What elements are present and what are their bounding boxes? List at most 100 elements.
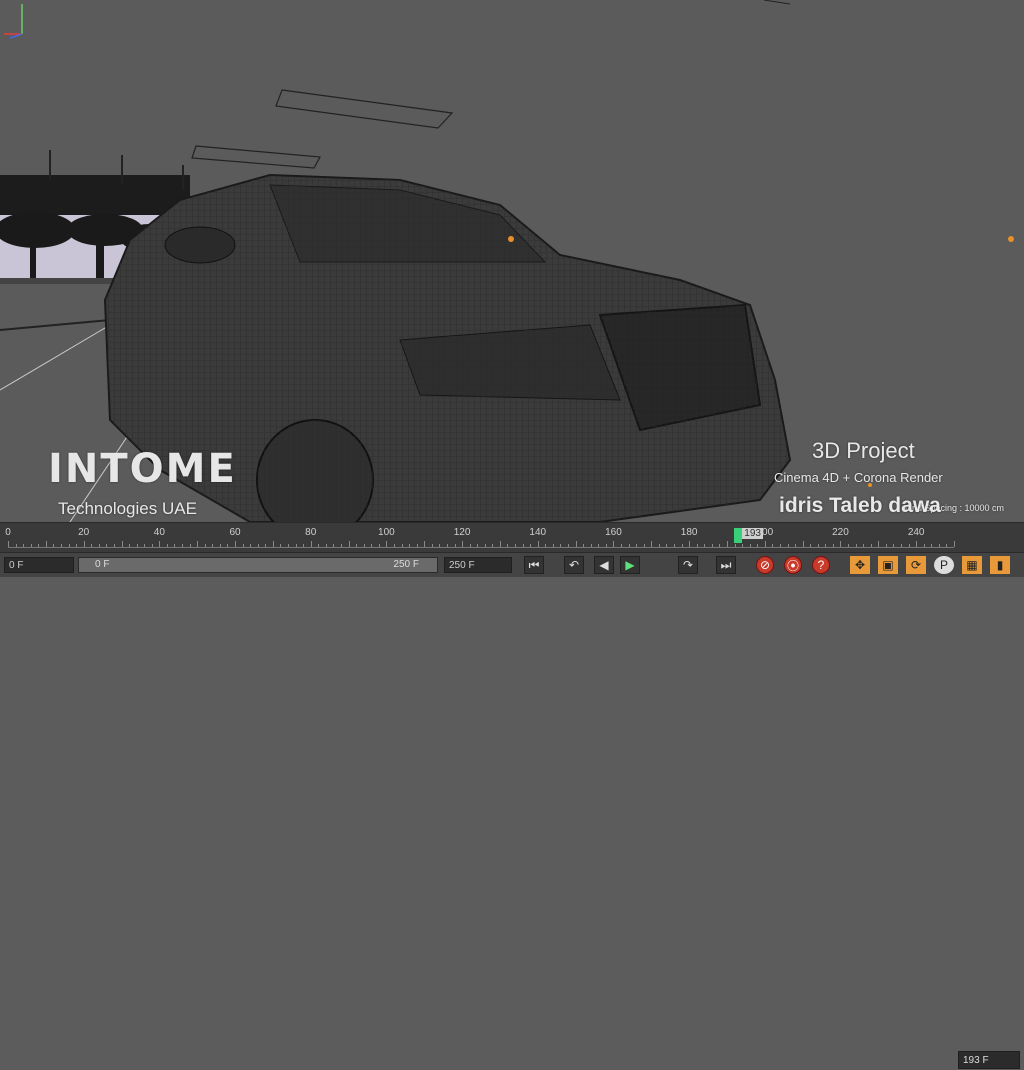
more-icon[interactable]: ▮: [990, 556, 1010, 574]
playhead-marker[interactable]: [734, 528, 743, 543]
point-level-icon[interactable]: ▦: [962, 556, 982, 574]
timeline-tick: [840, 541, 842, 547]
timeline-tick-label: 160: [605, 527, 622, 538]
timeline-tick-label: 240: [907, 527, 925, 538]
axis-gizmo-icon: [4, 4, 23, 39]
timeline-tick: [552, 544, 554, 547]
logo-subtitle: Technologies UAE: [58, 499, 197, 518]
end-frame-field[interactable]: 250 F: [444, 557, 512, 573]
timeline-tick: [250, 544, 252, 547]
timeline-tick: [439, 544, 441, 547]
timeline-tick: [113, 544, 115, 547]
timeline-tick: [795, 544, 797, 547]
timeline-tick: [83, 541, 85, 547]
timeline-tick: [197, 541, 199, 547]
timeline-tick: [401, 544, 403, 547]
timeline-tick: [855, 544, 857, 547]
timeline-tick-label: 100: [378, 527, 395, 538]
timeline-tick: [719, 544, 721, 547]
timeline-tick: [30, 544, 32, 547]
timeline-tick: [681, 544, 683, 547]
preview-range-slider[interactable]: 0 F 250 F: [78, 557, 438, 573]
timeline-tick-label: 0: [5, 527, 11, 538]
timeline-tick: [651, 541, 653, 547]
move-key-icon[interactable]: ✥: [850, 556, 870, 574]
timeline-tick: [522, 544, 524, 547]
timeline-tick: [673, 544, 675, 547]
timeline-tick: [946, 544, 948, 547]
timeline-tick: [23, 544, 25, 547]
timeline-tick: [598, 544, 600, 547]
current-frame-field[interactable]: 193 F: [958, 1051, 1020, 1069]
play-forward-icon[interactable]: ▶: [620, 556, 640, 574]
timeline-tick: [666, 544, 668, 547]
timeline-tick: [91, 544, 93, 547]
timeline-tick: [878, 541, 880, 547]
record-active-objects-icon[interactable]: ⊘: [756, 556, 774, 574]
next-key-icon[interactable]: ↷: [678, 556, 698, 574]
animation-toolbar: 0 F 0 F 250 F 250 F ⏮ ↶ ◀ ▶ ↷ ⏭ ⊘ ⦿? ✥ ▣ ⟳ P ▦ ▮: [0, 552, 1024, 577]
timeline-tick: [424, 541, 426, 547]
timeline-tick: [613, 541, 615, 547]
timeline-tick: [575, 541, 577, 547]
timeline-tick: [68, 544, 70, 547]
timeline-tick: [431, 544, 433, 547]
logo-text: INTOME: [48, 446, 237, 492]
timeline-tick: [333, 544, 335, 547]
go-to-end-icon[interactable]: ⏭: [716, 556, 736, 574]
timeline-tick: [303, 544, 305, 547]
timeline-tick: [371, 544, 373, 547]
timeline-tick: [916, 541, 918, 547]
timeline-tick: [764, 541, 766, 547]
timeline-tick: [340, 544, 342, 547]
timeline-tick: [356, 544, 358, 547]
timeline-tick: [416, 544, 418, 547]
timeline-tick: [590, 544, 592, 547]
timeline-scale[interactable]: 0 20 40 60 80 100 120 140 160 180 200 220 240 193: [5, 523, 955, 553]
timeline-tick: [628, 544, 630, 547]
timeline-tick: [802, 541, 804, 547]
go-to-start-icon[interactable]: ⏮: [524, 556, 544, 574]
parameter-key-icon[interactable]: P: [934, 556, 954, 574]
timeline-tick: [545, 544, 547, 547]
timeline-tick: [182, 544, 184, 547]
timeline-tick: [704, 544, 706, 547]
project-title: 3D Project: [812, 438, 915, 463]
timeline-tick: [901, 544, 903, 547]
timeline-tick-label: 120: [453, 527, 471, 538]
keyframe-selection-icon[interactable]: ?: [812, 556, 830, 574]
timeline-tick: [310, 541, 312, 547]
timeline-tick: [908, 544, 910, 547]
timeline-tick: [605, 544, 607, 547]
rotate-key-icon[interactable]: ⟳: [906, 556, 926, 574]
autokeying-icon[interactable]: ⦿: [784, 556, 802, 574]
timeline-tick: [954, 541, 955, 547]
timeline-tick: [643, 544, 645, 547]
timeline-tick: [658, 544, 660, 547]
timeline-tick: [151, 544, 153, 547]
timeline-tick-label: 20: [78, 527, 90, 538]
timeline-tick: [462, 541, 464, 547]
timeline-tick: [636, 544, 638, 547]
timeline-tick-label: 80: [305, 527, 317, 538]
range-start-label: 0 F: [95, 559, 110, 570]
timeline-tick: [696, 544, 698, 547]
scale-key-icon[interactable]: ▣: [878, 556, 898, 574]
timeline-tick: [530, 544, 532, 547]
timeline-tick: [537, 541, 539, 547]
timeline-tick: [242, 544, 244, 547]
timeline-tick: [288, 544, 290, 547]
timeline-tick: [280, 544, 282, 547]
timeline-ruler[interactable]: 0 20 40 60 80 100 120 140 160 180 200 220 240 193 193…: [0, 522, 1024, 1069]
timeline-tick: [15, 544, 17, 547]
previous-key-icon[interactable]: ↶: [564, 556, 584, 574]
timeline-tick: [817, 544, 819, 547]
3d-viewport[interactable]: INTOME Technologies UAE 3D Project Cinem…: [0, 0, 1024, 522]
previous-frame-icon[interactable]: ◀: [594, 556, 614, 574]
timeline-tick: [227, 544, 229, 547]
timeline-tick: [272, 541, 274, 547]
timeline-tick-label: 60: [229, 527, 241, 538]
range-end-label: 250 F: [393, 559, 419, 570]
timeline-tick: [265, 544, 267, 547]
start-frame-field[interactable]: 0 F: [4, 557, 74, 573]
